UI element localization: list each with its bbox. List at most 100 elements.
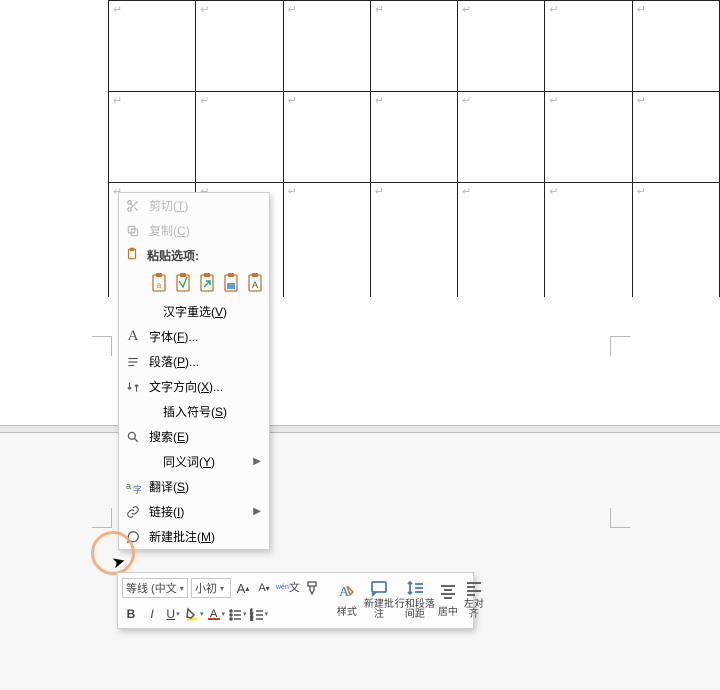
bullets-button[interactable]: ▾ bbox=[228, 604, 247, 624]
button-label: 新建批注 bbox=[363, 600, 395, 620]
table-cell[interactable]: ↵ bbox=[196, 1, 283, 92]
menu-item-link[interactable]: 链接(I) ▶ bbox=[119, 499, 269, 524]
menu-item-hanzi-reselect[interactable]: 汉字重选(V) bbox=[119, 299, 269, 324]
chevron-right-icon: ▶ bbox=[253, 506, 261, 517]
page-corner-top-right bbox=[610, 336, 630, 356]
table-cell[interactable]: ↵ bbox=[370, 92, 457, 183]
context-menu: 剪切(T) 复制(C) 粘贴选项: a A 汉字重选(V) A 字体(F)...… bbox=[118, 192, 270, 550]
highlight-button[interactable]: ▾ bbox=[185, 604, 204, 624]
font-color-button[interactable]: A▾ bbox=[207, 604, 226, 624]
center-button[interactable]: 居中 bbox=[435, 576, 461, 622]
paragraph-icon bbox=[125, 354, 141, 370]
font-size-combo[interactable]: 小初▾ bbox=[191, 578, 231, 598]
menu-paste-options-header: 粘贴选项: bbox=[119, 243, 269, 267]
mini-toolbar: 等线 (中文▾ 小初▾ A▴ A▾ wén文 B I U▾ ▾ A▾ bbox=[117, 572, 474, 629]
line-spacing-button[interactable]: 行和段落间距 bbox=[395, 576, 435, 622]
phonetic-guide-button[interactable]: wén文 bbox=[276, 578, 300, 598]
document-canvas: ↵ ↵ ↵ ↵ ↵ ↵ ↵ ↵ ↵ ↵ ↵ ↵ ↵ ↵ ↵ ↵ ↵ ↵ ↵ ↵ … bbox=[0, 0, 720, 425]
table-cell[interactable]: ↵ bbox=[196, 92, 283, 183]
table-cell[interactable]: ↵ bbox=[632, 92, 719, 183]
grow-font-button[interactable]: A▴ bbox=[234, 578, 252, 598]
styles-button[interactable]: A 样式 bbox=[331, 576, 363, 622]
table-cell[interactable]: ↵ bbox=[458, 92, 545, 183]
page-corner-bottom-left bbox=[92, 508, 112, 528]
button-label: 居中 bbox=[438, 603, 458, 618]
menu-item-label: 粘贴选项: bbox=[147, 247, 199, 264]
link-icon bbox=[125, 504, 141, 520]
svg-text:a: a bbox=[157, 281, 162, 290]
clipboard-icon bbox=[125, 247, 139, 264]
table-cell[interactable]: ↵ bbox=[283, 1, 370, 92]
underline-button[interactable]: U▾ bbox=[164, 604, 182, 624]
menu-item-label: 搜索(E) bbox=[149, 428, 261, 445]
align-left-icon bbox=[465, 578, 483, 598]
paste-option-keep-source-formatting[interactable]: a bbox=[149, 271, 169, 293]
menu-item-translate[interactable]: a字 翻译(S) bbox=[119, 474, 269, 499]
scissors-icon bbox=[125, 198, 141, 214]
menu-item-label: 同义词(Y) bbox=[163, 453, 245, 470]
menu-item-label: 链接(I) bbox=[149, 503, 245, 520]
table-cell[interactable]: ↵ bbox=[545, 183, 632, 298]
menu-item-label: 文字方向(X)... bbox=[149, 378, 261, 395]
paste-option-use-destination-styles[interactable] bbox=[197, 271, 217, 293]
table-cell[interactable]: ↵ bbox=[458, 183, 545, 298]
bold-button[interactable]: B bbox=[122, 604, 140, 624]
menu-item-paragraph[interactable]: 段落(P)... bbox=[119, 349, 269, 374]
menu-item-label: 汉字重选(V) bbox=[163, 303, 261, 320]
table-cell[interactable]: ↵ bbox=[370, 183, 457, 298]
align-center-icon bbox=[439, 581, 457, 601]
copy-icon bbox=[125, 223, 141, 239]
menu-item-text-direction[interactable]: 文字方向(X)... bbox=[119, 374, 269, 399]
comment-icon bbox=[369, 578, 389, 598]
blank-icon bbox=[125, 304, 155, 320]
italic-button[interactable]: I bbox=[143, 604, 161, 624]
table-cell[interactable]: ↵ bbox=[283, 183, 370, 298]
menu-item-label: 剪切(T) bbox=[149, 197, 261, 214]
new-comment-button[interactable]: 新建批注 bbox=[363, 576, 395, 622]
paste-options-row: a A bbox=[119, 267, 269, 299]
menu-item-font[interactable]: A 字体(F)... bbox=[119, 324, 269, 349]
blank-icon bbox=[125, 404, 155, 420]
text-direction-icon bbox=[125, 379, 141, 395]
paste-option-merge-formatting[interactable] bbox=[173, 271, 193, 293]
paste-option-picture[interactable] bbox=[221, 271, 241, 293]
menu-item-search[interactable]: 搜索(E) bbox=[119, 424, 269, 449]
svg-text:3: 3 bbox=[250, 617, 253, 621]
align-left-button[interactable]: 左对齐 bbox=[461, 576, 487, 622]
table-cell[interactable]: ↵ bbox=[370, 1, 457, 92]
table-cell[interactable]: ↵ bbox=[545, 1, 632, 92]
table-cell[interactable]: ↵ bbox=[109, 1, 196, 92]
numbering-button[interactable]: 123▾ bbox=[250, 604, 269, 624]
button-label: 行和段落间距 bbox=[395, 600, 435, 620]
button-label: 左对齐 bbox=[461, 600, 487, 620]
table-cell[interactable]: ↵ bbox=[632, 1, 719, 92]
button-label: 样式 bbox=[337, 603, 357, 618]
format-painter-button[interactable] bbox=[303, 578, 321, 598]
table-cell[interactable]: ↵ bbox=[109, 92, 196, 183]
menu-item-new-comment[interactable]: 新建批注(M) bbox=[119, 524, 269, 549]
styles-icon: A bbox=[337, 581, 357, 601]
menu-item-synonyms[interactable]: 同义词(Y) ▶ bbox=[119, 449, 269, 474]
menu-item-label: 字体(F)... bbox=[149, 328, 261, 345]
table-cell[interactable]: ↵ bbox=[283, 92, 370, 183]
menu-item-label: 翻译(S) bbox=[149, 478, 261, 495]
table-cell[interactable]: ↵ bbox=[632, 183, 719, 298]
page-corner-bottom-right bbox=[610, 508, 630, 528]
table-row: ↵ ↵ ↵ ↵ ↵ ↵ ↵ bbox=[109, 92, 720, 183]
svg-text:字: 字 bbox=[133, 484, 141, 494]
menu-item-label: 段落(P)... bbox=[149, 353, 261, 370]
table-cell[interactable]: ↵ bbox=[545, 92, 632, 183]
table-cell[interactable]: ↵ bbox=[458, 1, 545, 92]
menu-item-insert-symbol[interactable]: 插入符号(S) bbox=[119, 399, 269, 424]
shrink-font-button[interactable]: A▾ bbox=[255, 578, 273, 598]
line-spacing-icon bbox=[405, 578, 425, 598]
paste-option-text-only[interactable]: A bbox=[245, 271, 265, 293]
translate-icon: a字 bbox=[125, 479, 141, 495]
menu-item-label: 插入符号(S) bbox=[163, 403, 261, 420]
menu-item-cut[interactable]: 剪切(T) bbox=[119, 193, 269, 218]
svg-text:A: A bbox=[252, 280, 258, 290]
font-name-combo[interactable]: 等线 (中文▾ bbox=[122, 578, 188, 598]
font-icon: A bbox=[125, 329, 141, 345]
menu-item-copy[interactable]: 复制(C) bbox=[119, 218, 269, 243]
svg-text:a: a bbox=[126, 481, 131, 491]
